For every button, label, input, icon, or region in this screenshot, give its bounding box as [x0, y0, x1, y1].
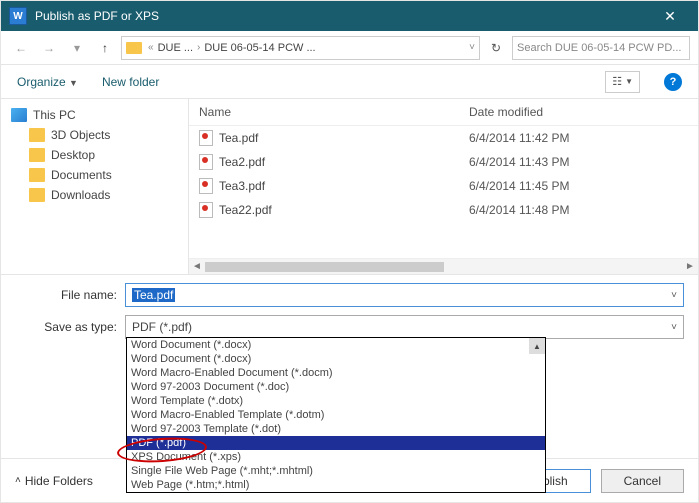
file-row[interactable]: Tea2.pdf 6/4/2014 11:43 PM [189, 150, 698, 174]
pdf-file-icon [199, 202, 213, 218]
pdf-file-icon [199, 154, 213, 170]
file-name: Tea22.pdf [219, 203, 272, 217]
scroll-thumb[interactable] [205, 262, 444, 272]
hide-folders-label: Hide Folders [25, 474, 93, 488]
filename-input[interactable]: Tea.pdf ˅ [125, 283, 684, 307]
column-header-name[interactable]: Name [199, 105, 469, 119]
breadcrumb[interactable]: « DUE ... › DUE 06-05-14 PCW ... ˅ [121, 36, 480, 60]
file-name: Tea.pdf [219, 131, 258, 145]
folder-icon [29, 168, 45, 182]
file-date: 6/4/2014 11:48 PM [469, 203, 688, 217]
dropdown-option[interactable]: Word Document (*.docx) [127, 338, 545, 352]
word-icon: W [9, 7, 27, 25]
chevron-down-icon[interactable]: ˅ [671, 290, 677, 301]
pdf-file-icon [199, 130, 213, 146]
dropdown-option[interactable]: Word Template (*.dotx) [127, 394, 545, 408]
new-folder-button[interactable]: New folder [102, 75, 159, 89]
tree-item-this-pc[interactable]: This PC [1, 105, 188, 125]
form-area: File name: Tea.pdf ˅ Save as type: PDF (… [1, 275, 698, 339]
folder-icon [29, 188, 45, 202]
savetype-dropdown[interactable]: PDF (*.pdf) ˅ [125, 315, 684, 339]
nav-tree: This PC 3D Objects Desktop Documents Dow… [1, 99, 189, 274]
scroll-left-icon[interactable]: ◄ [189, 261, 205, 272]
folder-icon [29, 128, 45, 142]
file-row[interactable]: Tea.pdf 6/4/2014 11:42 PM [189, 126, 698, 150]
filename-value: Tea.pdf [132, 288, 175, 302]
cancel-button[interactable]: Cancel [601, 469, 684, 493]
breadcrumb-segment[interactable]: DUE 06-05-14 PCW ... [204, 42, 315, 54]
dropdown-option[interactable]: Word 97-2003 Template (*.dot) [127, 422, 545, 436]
chevron-right-icon: › [197, 42, 200, 53]
file-name: Tea2.pdf [219, 155, 265, 169]
dropdown-option[interactable]: Word Macro-Enabled Template (*.dotm) [127, 408, 545, 422]
toolbar: Organize ▼ New folder ☷ ▼ ? [1, 65, 698, 99]
tree-item[interactable]: Downloads [1, 185, 188, 205]
organize-button[interactable]: Organize ▼ [17, 75, 78, 89]
savetype-label: Save as type: [15, 320, 125, 334]
refresh-button[interactable]: ↻ [484, 36, 508, 60]
scroll-up-icon[interactable]: ▲ [529, 338, 545, 354]
dropdown-option[interactable]: Word Macro-Enabled Document (*.docm) [127, 366, 545, 380]
file-row[interactable]: Tea22.pdf 6/4/2014 11:48 PM [189, 198, 698, 222]
chevron-down-icon: ▼ [625, 77, 633, 86]
horizontal-scrollbar[interactable]: ◄ ► [189, 258, 698, 274]
window-title: Publish as PDF or XPS [35, 9, 650, 23]
column-header-date[interactable]: Date modified [469, 105, 688, 119]
dropdown-option[interactable]: Word 97-2003 Document (*.doc) [127, 380, 545, 394]
search-input[interactable]: Search DUE 06-05-14 PCW PD... [512, 36, 690, 60]
chevron-up-icon: ˄ [15, 475, 21, 486]
recent-locations-button[interactable]: ▾ [65, 36, 89, 60]
file-date: 6/4/2014 11:43 PM [469, 155, 688, 169]
tree-label: This PC [33, 108, 76, 122]
file-list-header: Name Date modified [189, 99, 698, 126]
close-button[interactable]: ✕ [650, 1, 690, 31]
file-date: 6/4/2014 11:42 PM [469, 131, 688, 145]
tree-label: 3D Objects [51, 128, 110, 142]
savetype-dropdown-list[interactable]: ▲ Word Document (*.docx) Word Document (… [126, 337, 546, 493]
breadcrumb-separator-icon: « [148, 42, 154, 53]
file-name: Tea3.pdf [219, 179, 265, 193]
folder-icon [29, 148, 45, 162]
filename-label: File name: [15, 288, 125, 302]
tree-item[interactable]: Desktop [1, 145, 188, 165]
dropdown-option[interactable]: Single File Web Page (*.mht;*.mhtml) [127, 464, 545, 478]
scroll-right-icon[interactable]: ► [682, 261, 698, 272]
search-placeholder: Search DUE 06-05-14 PCW PD... [517, 42, 681, 54]
tree-label: Desktop [51, 148, 95, 162]
list-view-icon: ☷ [612, 75, 622, 88]
folder-icon [126, 42, 142, 54]
organize-label: Organize [17, 75, 66, 89]
back-button[interactable]: ← [9, 36, 33, 60]
chevron-down-icon[interactable]: ˅ [469, 42, 475, 53]
pdf-file-icon [199, 178, 213, 194]
file-list: Name Date modified Tea.pdf 6/4/2014 11:4… [189, 99, 698, 274]
tree-label: Documents [51, 168, 112, 182]
dropdown-option-selected[interactable]: PDF (*.pdf) [127, 436, 545, 450]
dropdown-option[interactable]: Word Document (*.docx) [127, 352, 545, 366]
up-button[interactable]: ↑ [93, 36, 117, 60]
main-area: This PC 3D Objects Desktop Documents Dow… [1, 99, 698, 275]
breadcrumb-segment[interactable]: DUE ... [158, 42, 193, 54]
savetype-value: PDF (*.pdf) [132, 320, 192, 334]
hide-folders-button[interactable]: ˄ Hide Folders [15, 474, 93, 488]
titlebar: W Publish as PDF or XPS ✕ [1, 1, 698, 31]
dropdown-option[interactable]: XPS Document (*.xps) [127, 450, 545, 464]
tree-label: Downloads [51, 188, 110, 202]
file-date: 6/4/2014 11:45 PM [469, 179, 688, 193]
tree-item[interactable]: Documents [1, 165, 188, 185]
dropdown-option[interactable]: Web Page (*.htm;*.html) [127, 478, 545, 492]
view-options-button[interactable]: ☷ ▼ [605, 71, 640, 93]
chevron-down-icon[interactable]: ˅ [671, 322, 677, 333]
navbar: ← → ▾ ↑ « DUE ... › DUE 06-05-14 PCW ...… [1, 31, 698, 65]
chevron-down-icon: ▼ [69, 78, 78, 88]
forward-button[interactable]: → [37, 36, 61, 60]
tree-item[interactable]: 3D Objects [1, 125, 188, 145]
help-button[interactable]: ? [664, 73, 682, 91]
file-row[interactable]: Tea3.pdf 6/4/2014 11:45 PM [189, 174, 698, 198]
pc-icon [11, 108, 27, 122]
